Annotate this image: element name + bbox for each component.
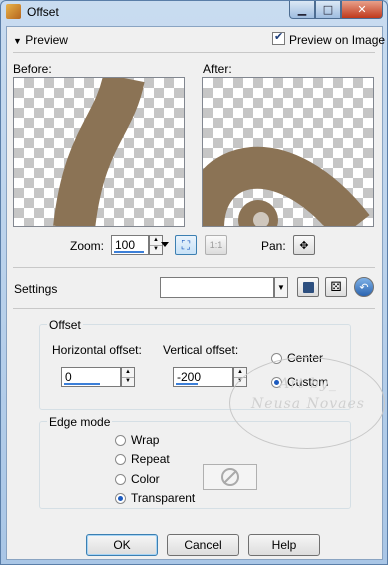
checkmark-icon: ✔	[274, 31, 284, 43]
save-icon	[302, 281, 314, 293]
chevron-down-icon: ▼	[277, 283, 285, 292]
reset-button[interactable]: ↶	[354, 277, 374, 297]
edge-transparent-label: Transparent	[131, 491, 196, 505]
horizontal-offset-label: Horizontal offset:	[52, 343, 142, 357]
edge-color-swatch[interactable]	[203, 464, 257, 490]
cancel-button[interactable]: Cancel	[167, 534, 239, 556]
edge-color-label: Color	[131, 472, 160, 486]
settings-dropdown-button[interactable]: ▼	[274, 277, 288, 298]
pan-label: Pan:	[261, 239, 286, 253]
actual-size-button[interactable]: 1:1	[205, 235, 227, 255]
horizontal-offset-input[interactable]: 0	[61, 367, 121, 387]
window-title: Offset	[27, 5, 59, 19]
after-preview[interactable]	[202, 77, 374, 227]
save-preset-button[interactable]	[297, 277, 319, 297]
horizontal-offset-value: 0	[65, 370, 72, 384]
vertical-offset-value: -200	[177, 370, 202, 384]
offset-group-label: Offset	[47, 318, 83, 332]
settings-dropdown[interactable]	[160, 277, 274, 298]
minimize-icon: ▁	[297, 3, 307, 16]
preview-on-image-label: Preview on Image	[289, 33, 386, 47]
vertical-offset-label: Vertical offset:	[163, 343, 239, 357]
minimize-button[interactable]: ▁	[289, 1, 315, 19]
divider	[13, 267, 375, 268]
zoom-input[interactable]: 100	[111, 235, 149, 255]
edge-repeat-label: Repeat	[131, 452, 170, 466]
zoom-label: Zoom:	[70, 239, 105, 253]
horizontal-offset-spinner[interactable]: ▲ ▼	[121, 367, 135, 387]
maximize-button[interactable]: □	[315, 1, 341, 19]
after-label: After:	[203, 62, 232, 76]
before-image	[53, 78, 145, 226]
preview-toggle[interactable]: ▼ Preview	[13, 33, 68, 47]
edge-transparent-radio[interactable]	[115, 493, 126, 504]
no-color-icon	[221, 468, 239, 486]
edge-color-radio[interactable]	[115, 474, 126, 485]
zoom-dropdown-icon[interactable]	[161, 242, 169, 247]
edge-repeat-radio[interactable]	[115, 454, 126, 465]
edge-wrap-radio[interactable]	[115, 435, 126, 446]
title-bar[interactable]: Offset ▁ □ ✕	[1, 1, 387, 23]
dice-icon: ⚄	[330, 279, 342, 294]
vertical-offset-input[interactable]: -200	[173, 367, 233, 387]
dialog-body: ▼ Preview ✔ Preview on Image Before: Aft…	[6, 26, 386, 560]
arrow-down-icon[interactable]: ▼	[122, 377, 134, 386]
zoom-slider-bar[interactable]	[114, 251, 144, 253]
app-icon	[6, 4, 21, 19]
before-preview[interactable]	[13, 77, 185, 227]
edge-wrap-label: Wrap	[131, 433, 160, 447]
close-icon: ✕	[357, 3, 367, 16]
settings-label: Settings	[14, 282, 58, 296]
zoom-fit-icon: ⛶	[181, 237, 191, 252]
zoom-value: 100	[115, 238, 136, 252]
horizontal-offset-slider[interactable]	[64, 383, 100, 385]
edge-mode-group-label: Edge mode	[47, 415, 113, 429]
before-label: Before:	[13, 62, 52, 76]
reset-icon: ↶	[359, 281, 369, 294]
randomize-button[interactable]: ⚄	[325, 277, 347, 297]
help-button[interactable]: Help	[248, 534, 320, 556]
preview-on-image-checkbox[interactable]: ✔	[272, 31, 285, 45]
pan-move-icon: ✥	[299, 239, 309, 252]
triangle-down-icon: ▼	[13, 36, 22, 46]
preview-toggle-label: Preview	[25, 33, 68, 47]
divider	[13, 52, 375, 53]
zoom-to-fit-button[interactable]: ⛶	[175, 235, 197, 255]
pan-button[interactable]: ✥	[293, 235, 315, 255]
divider	[13, 308, 375, 309]
vertical-offset-slider[interactable]	[176, 383, 198, 385]
actual-size-label: 1:1	[209, 240, 223, 250]
watermark-signature: Art by_ Neusa Novaes	[229, 357, 385, 449]
watermark-line2: Neusa Novaes	[251, 396, 365, 412]
after-image	[203, 146, 370, 226]
maximize-icon: □	[322, 3, 334, 16]
ok-button[interactable]: OK	[86, 534, 158, 556]
close-button[interactable]: ✕	[341, 1, 383, 19]
watermark-line1: Art by_	[279, 376, 337, 392]
